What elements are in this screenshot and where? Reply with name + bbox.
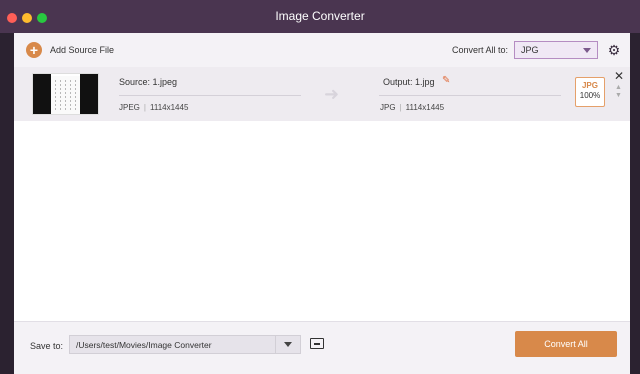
title-bar: Image Converter — [0, 0, 640, 33]
add-source-file-label: Add Source File — [50, 45, 115, 55]
source-label: Source: 1.jpeg — [119, 77, 178, 87]
plus-icon: + — [26, 42, 42, 58]
output-divider — [379, 95, 561, 96]
gear-icon[interactable]: ⚙ — [607, 43, 621, 57]
badge-format: JPG — [581, 81, 598, 90]
chevron-down-icon — [284, 342, 292, 347]
add-source-file-button[interactable]: + Add Source File — [26, 41, 114, 59]
source-meta: JPEG | 1114x1445 — [119, 103, 189, 112]
chevron-up-icon[interactable]: ▲ — [615, 84, 622, 91]
format-select[interactable]: JPG — [514, 41, 598, 59]
source-divider — [119, 95, 301, 96]
convert-all-button[interactable]: Convert All — [515, 331, 617, 357]
right-border — [630, 33, 640, 374]
output-label: Output: 1.jpg — [383, 77, 435, 87]
output-meta: JPG | 1114x1445 — [380, 103, 445, 112]
file-row: Source: 1.jpeg JPEG | 1114x1445 ➜ Output: … — [14, 67, 630, 121]
output-dimensions: 1114x1445 — [405, 103, 445, 112]
source-dimensions: 1114x1445 — [149, 103, 189, 112]
badge-quality: 100% — [579, 91, 601, 100]
convert-all-to-label: Convert All to: — [452, 45, 509, 55]
chevron-down-icon[interactable]: ▼ — [615, 92, 622, 99]
chevron-down-icon — [583, 48, 591, 53]
edit-pencil-icon[interactable]: ✎ — [442, 76, 450, 86]
format-select-value: JPG — [521, 45, 539, 55]
output-format: JPG — [380, 103, 396, 112]
left-border — [0, 33, 14, 374]
save-path-value: /Users/test/Movies/Image Converter — [76, 340, 212, 350]
output-format-badge[interactable]: JPG 100% — [575, 77, 605, 107]
folder-icon[interactable] — [310, 338, 324, 349]
save-path-dropdown[interactable] — [275, 336, 300, 353]
toolbar: + Add Source File Convert All to: JPG ⚙ — [14, 33, 630, 67]
file-thumbnail — [32, 73, 99, 115]
window-title: Image Converter — [275, 9, 365, 23]
save-path-field[interactable]: /Users/test/Movies/Image Converter — [69, 335, 301, 354]
remove-file-icon[interactable]: ✕ — [614, 70, 624, 82]
bottom-bar: Save to: /Users/test/Movies/Image Conver… — [14, 321, 630, 374]
main-content: + Add Source File Convert All to: JPG ⚙ … — [14, 33, 630, 374]
arrow-right-icon: ➜ — [324, 84, 340, 104]
save-to-label: Save to: — [30, 341, 64, 351]
app-window: Image Converter + Add Source File Conver… — [0, 0, 640, 374]
source-format: JPEG — [119, 103, 140, 112]
